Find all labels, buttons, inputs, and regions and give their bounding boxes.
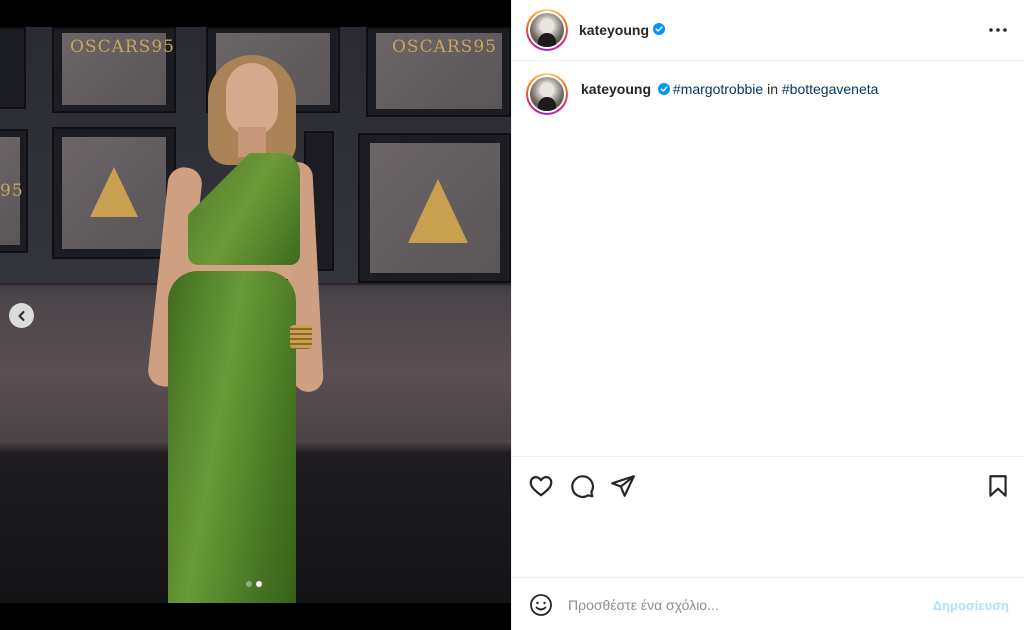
backdrop-panel: 95 [0, 129, 28, 253]
green-dress-skirt [168, 271, 296, 603]
hashtag-link[interactable]: #bottegaveneta [782, 81, 879, 97]
backdrop-panel [52, 127, 176, 259]
backdrop-panel [0, 27, 26, 109]
backdrop-panel [358, 133, 511, 283]
post-comment-button[interactable]: Δημοσίευση [933, 598, 1009, 613]
action-bar [512, 456, 1024, 512]
bookmark-icon[interactable] [985, 473, 1011, 499]
backdrop-text: OSCARS95 [70, 37, 175, 57]
backdrop-text: 95 [0, 181, 24, 201]
avatar-image [530, 13, 564, 47]
more-options-button[interactable] [986, 20, 1010, 40]
person-face [226, 63, 278, 135]
post-caption: kateyoung #margotrobbie in #bottegavenet… [581, 80, 1001, 98]
gold-bracelet [290, 325, 312, 349]
avatar[interactable] [526, 9, 568, 51]
caption-text: in [763, 81, 782, 97]
backdrop-panel: OSCARS95 [52, 27, 176, 113]
share-icon[interactable] [610, 473, 636, 499]
caption-username[interactable]: kateyoung [581, 81, 651, 97]
post-media: OSCARS95 OSCARS95 95 [0, 0, 511, 630]
verified-badge-icon [657, 83, 670, 95]
post-header: kateyoung [512, 0, 1024, 61]
green-dress-top [188, 153, 300, 265]
oscar-statue-icon [90, 167, 138, 217]
backdrop-text: OSCARS95 [392, 37, 497, 57]
carousel-dots [246, 581, 262, 587]
backdrop-panel: OSCARS95 [366, 27, 511, 117]
carousel-prev-button[interactable] [9, 303, 34, 328]
hashtag-link[interactable]: #margotrobbie [673, 81, 763, 97]
person-neck [238, 127, 266, 157]
verified-badge-icon [653, 23, 665, 35]
comment-bar: Δημοσίευση [512, 577, 1024, 630]
oscar-statue-icon [408, 179, 468, 243]
heart-icon[interactable] [528, 473, 554, 499]
more-horizontal-icon [989, 28, 1007, 32]
post-photo: OSCARS95 OSCARS95 95 [0, 27, 511, 603]
header-username[interactable]: kateyoung [579, 22, 649, 38]
comment-input[interactable] [568, 593, 908, 617]
post-sidebar: kateyoung kateyoung #margotrobbie in #bo… [511, 0, 1024, 630]
carousel-dot-active [256, 581, 262, 587]
emoji-icon[interactable] [529, 593, 553, 617]
avatar-image [530, 77, 564, 111]
carousel-dot [246, 581, 252, 587]
caption-avatar[interactable] [526, 73, 568, 115]
chevron-left-icon [18, 310, 24, 321]
comment-icon[interactable] [569, 473, 595, 499]
